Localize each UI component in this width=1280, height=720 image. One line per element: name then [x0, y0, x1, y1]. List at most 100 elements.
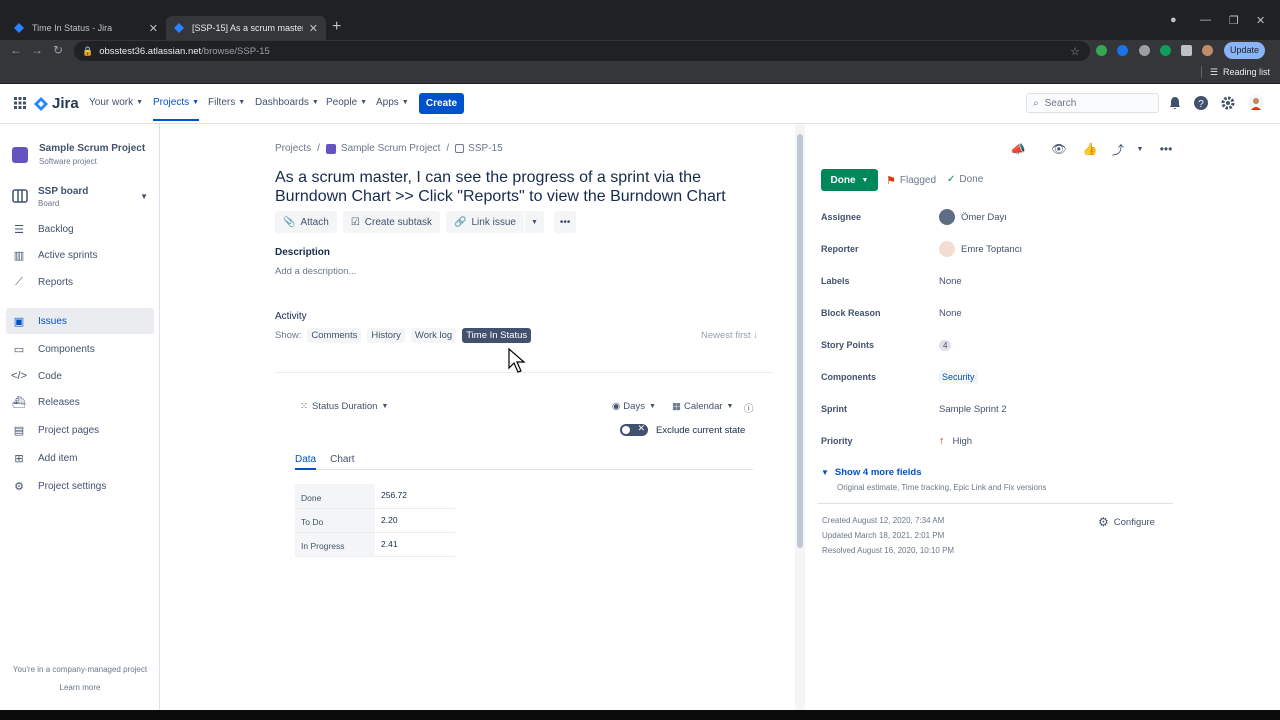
project-header[interactable]: Sample Scrum Project Software project: [12, 143, 145, 166]
tab-data[interactable]: Data: [295, 454, 317, 470]
components-value[interactable]: Security: [939, 370, 978, 384]
labels-value[interactable]: None: [939, 276, 962, 287]
calendar-selector[interactable]: ▦ Calendar ▼: [672, 401, 733, 412]
help-icon[interactable]: ⓘ: [744, 401, 754, 415]
nav-people[interactable]: People ▼: [326, 97, 367, 108]
exclude-current-state-toggle[interactable]: ✕: [620, 423, 648, 436]
create-button[interactable]: Create: [419, 93, 464, 114]
learn-more-link[interactable]: Learn more: [0, 683, 160, 692]
project-avatar: [325, 143, 336, 154]
create-subtask-button[interactable]: ☑ Create subtask: [342, 211, 441, 233]
sidebar-item-project-settings[interactable]: ⚙ Project settings: [6, 473, 154, 499]
status-transition-button[interactable]: Done ▼: [821, 169, 878, 191]
tab-history[interactable]: History: [367, 328, 405, 343]
field-label: Assignee: [821, 212, 862, 222]
breadcrumb-project[interactable]: Sample Scrum Project: [341, 143, 440, 154]
tis-tabs: Data Chart: [295, 454, 753, 470]
search-input[interactable]: ⌕ Search: [1026, 93, 1159, 113]
scrollbar-thumb[interactable]: [797, 134, 803, 548]
extension-icon[interactable]: [1139, 45, 1150, 56]
bookmark-star-icon[interactable]: ☆: [1070, 45, 1080, 58]
extensions-puzzle-icon[interactable]: [1181, 45, 1192, 56]
profile-dot-icon[interactable]: ●: [1170, 14, 1177, 26]
link-issue-button[interactable]: 🔗 Link issue: [446, 211, 524, 233]
chevron-down-icon[interactable]: ▼: [1132, 141, 1148, 157]
browser-tab-time-in-status[interactable]: Time In Status - Jira ✕: [6, 16, 166, 40]
sidebar-item-backlog[interactable]: ☰ Backlog: [6, 216, 154, 242]
close-window-icon[interactable]: ✕: [1256, 14, 1265, 27]
user-avatar[interactable]: [1248, 95, 1264, 111]
priority-value[interactable]: ↑ High: [939, 435, 972, 447]
chevron-down-icon: ▼: [360, 99, 368, 106]
sort-order-button[interactable]: Newest first ↓: [701, 330, 758, 341]
description-field[interactable]: Add a description...: [275, 266, 356, 277]
tab-time-in-status[interactable]: Time In Status: [462, 328, 532, 343]
back-icon[interactable]: ←: [10, 43, 22, 57]
sprint-link[interactable]: Sample Sprint 2: [939, 404, 1007, 415]
show-more-fields-button[interactable]: ▼ Show 4 more fields: [821, 467, 922, 478]
sidebar-item-releases[interactable]: ⛴ Releases: [6, 389, 154, 415]
close-tab-icon[interactable]: ✕: [149, 22, 158, 35]
forward-icon[interactable]: →: [31, 43, 43, 57]
view-selector[interactable]: ⁙ Status Duration ▼: [300, 401, 388, 412]
link-issue-dropdown[interactable]: ▼: [523, 211, 544, 233]
more-icon[interactable]: •••: [1158, 141, 1174, 157]
browser-tab-ssp-15[interactable]: [SSP-15] As a scrum master, I can ✕: [166, 16, 326, 40]
sidebar-item-project-pages[interactable]: ▤ Project pages: [6, 417, 154, 443]
reporter-value[interactable]: Emre Toptancı: [939, 241, 1022, 257]
tab-comments[interactable]: Comments: [307, 328, 362, 343]
reading-list-icon: ☰: [1209, 66, 1218, 77]
more-actions-button[interactable]: •••: [553, 211, 577, 233]
attach-button[interactable]: 📎 Attach: [275, 211, 337, 233]
board-name: SSP board: [38, 186, 89, 197]
main-scrollbar[interactable]: [795, 124, 805, 710]
share-icon[interactable]: ⤴: [1110, 141, 1126, 157]
help-icon[interactable]: ?: [1193, 95, 1209, 111]
sidebar-item-code[interactable]: </> Code: [6, 363, 154, 389]
issue-type-icon: [455, 144, 465, 153]
board-switcher[interactable]: SSP board Board ▼: [12, 186, 152, 208]
issue-summary[interactable]: As a scrum master, I can see the progres…: [275, 168, 755, 206]
watch-eye-icon[interactable]: 👁: [1051, 141, 1067, 157]
new-tab-icon[interactable]: +: [332, 18, 341, 36]
nav-filters[interactable]: Filters ▼: [208, 97, 245, 108]
tab-work-log[interactable]: Work log: [410, 328, 457, 343]
thumbs-up-icon[interactable]: 👍: [1082, 141, 1098, 157]
profile-avatar[interactable]: [1202, 45, 1213, 56]
sidebar-item-label: Issues: [38, 315, 67, 327]
tab-chart[interactable]: Chart: [330, 454, 354, 470]
sidebar-item-reports[interactable]: ⟋ Reports: [6, 269, 154, 295]
notifications-icon[interactable]: [1167, 95, 1183, 111]
reload-icon[interactable]: ↻: [53, 43, 63, 57]
jira-logo[interactable]: Jira: [34, 95, 79, 112]
svg-text:?: ?: [1198, 99, 1204, 110]
sidebar-item-add-item[interactable]: ⊞ Add item: [6, 445, 154, 471]
sidebar-item-issues[interactable]: ▣ Issues: [6, 308, 154, 334]
nav-projects[interactable]: Projects ▼: [153, 97, 200, 121]
nav-apps[interactable]: Apps ▼: [376, 97, 409, 108]
table-row: To Do 2.20: [295, 508, 455, 533]
url-input[interactable]: 🔒 obsstest36.atlassian.net/browse/SSP-15…: [74, 41, 1090, 61]
reading-list-button[interactable]: ☰ Reading list: [1200, 66, 1270, 78]
close-tab-icon[interactable]: ✕: [309, 22, 318, 35]
breadcrumb-projects[interactable]: Projects: [275, 143, 311, 154]
nav-your-work[interactable]: Your work ▼: [89, 97, 143, 108]
update-button[interactable]: Update: [1224, 42, 1266, 59]
story-points-value[interactable]: 4: [939, 339, 952, 351]
maximize-icon[interactable]: ❐: [1229, 14, 1239, 27]
unit-selector[interactable]: ◉ Days ▼: [612, 401, 656, 412]
block-reason-value[interactable]: None: [939, 308, 962, 319]
assignee-value[interactable]: Ömer Dayı: [939, 209, 1007, 225]
extension-icon[interactable]: [1160, 45, 1171, 56]
breadcrumb-issue-key[interactable]: SSP-15: [468, 143, 502, 154]
minimize-icon[interactable]: —: [1200, 14, 1211, 26]
nav-dashboards[interactable]: Dashboards ▼: [255, 97, 319, 108]
sidebar-item-active-sprints[interactable]: ▥ Active sprints: [6, 242, 154, 268]
megaphone-feedback-icon[interactable]: 📣: [1010, 141, 1026, 157]
app-switcher-icon[interactable]: [14, 97, 26, 109]
sidebar-item-components[interactable]: ▭ Components: [6, 336, 154, 362]
extension-icon[interactable]: [1117, 45, 1128, 56]
settings-gear-icon[interactable]: [1220, 95, 1236, 111]
extension-icon[interactable]: [1096, 45, 1107, 56]
configure-button[interactable]: ⚙ Configure: [1098, 515, 1155, 529]
